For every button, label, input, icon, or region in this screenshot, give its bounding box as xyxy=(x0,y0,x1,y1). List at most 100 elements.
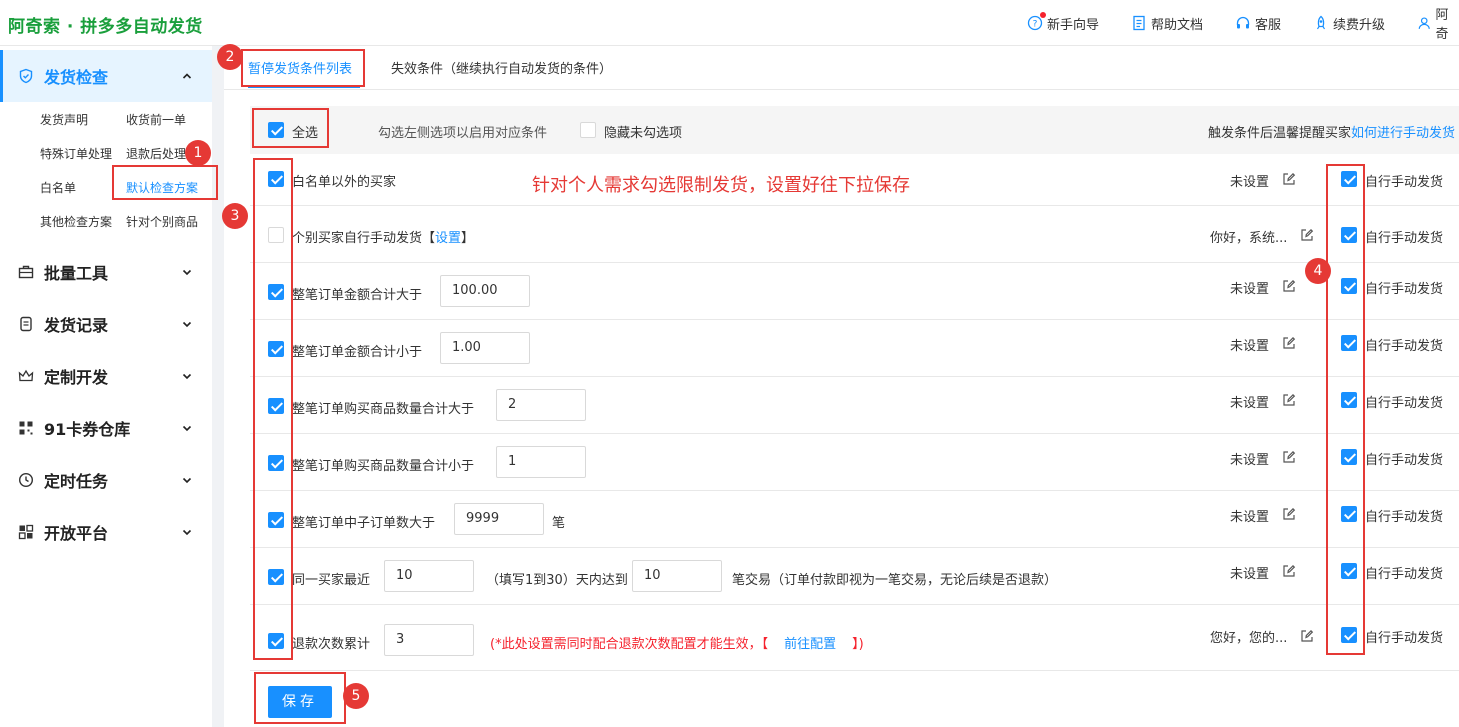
topnav-docs[interactable]: 帮助文档 xyxy=(1131,14,1203,33)
submenu-item[interactable]: 针对个别商品 xyxy=(126,204,222,238)
row-enable-checkbox[interactable] xyxy=(268,398,284,414)
row-enable-checkbox[interactable] xyxy=(268,171,284,187)
condition-row: 整笔订单购买商品数量合计小于 1 未设置 自行手动发货 xyxy=(250,434,1459,491)
tab-pause-conditions[interactable]: 暂停发货条件列表 xyxy=(248,58,352,77)
menu-shipping-check-label: 发货检查 xyxy=(44,68,109,87)
manual-ship-checkbox[interactable] xyxy=(1341,335,1357,351)
tab-bar: 暂停发货条件列表 失效条件（继续执行自动发货的条件） xyxy=(224,46,1459,90)
row-enable-checkbox[interactable] xyxy=(268,633,284,649)
document-icon xyxy=(1133,15,1145,31)
hide-unchecked-checkbox[interactable] xyxy=(580,122,596,138)
quantity-greater-input[interactable]: 2 xyxy=(496,389,586,421)
quantity-less-input[interactable]: 1 xyxy=(496,446,586,478)
chevron-down-icon xyxy=(182,477,192,484)
save-button[interactable]: 保存 xyxy=(268,686,332,718)
menu-group-coupons: 91卡券仓库 xyxy=(0,402,212,454)
go-config-link[interactable]: 前往配置 xyxy=(784,637,836,652)
chevron-down-icon xyxy=(182,269,192,276)
row-enable-checkbox[interactable] xyxy=(268,341,284,357)
grid-icon xyxy=(18,524,34,540)
condition-row: 整笔订单金额合计大于 100.00 未设置 自行手动发货 xyxy=(250,263,1459,320)
toolbar-hint: 勾选左侧选项以启用对应条件 xyxy=(378,126,548,141)
select-all-label: 全选 xyxy=(292,126,319,141)
tab-invalid-conditions[interactable]: 失效条件（继续执行自动发货的条件） xyxy=(391,58,612,77)
manual-ship-checkbox[interactable] xyxy=(1341,171,1357,187)
condition-toolbar: 全选 勾选左侧选项以启用对应条件 隐藏未勾选项 触发条件后温馨提醒买家如何进行手… xyxy=(250,106,1459,154)
row-status: 您好，您的... xyxy=(1210,631,1288,646)
chevron-down-icon xyxy=(182,425,192,432)
tab-active-indicator xyxy=(248,86,360,88)
submenu-item-default-scheme[interactable]: 默认检查方案 xyxy=(126,170,222,204)
manual-ship-checkbox[interactable] xyxy=(1341,563,1357,579)
edit-icon[interactable] xyxy=(1300,629,1314,643)
row-settings-link[interactable]: 设置 xyxy=(435,231,461,246)
row-label: 同一买家最近 xyxy=(292,573,371,588)
row-enable-checkbox[interactable] xyxy=(268,512,284,528)
menu-custom-dev[interactable]: 定制开发 xyxy=(0,350,212,402)
row-enable-checkbox[interactable] xyxy=(268,569,284,585)
menu-group-batch: 批量工具 xyxy=(0,246,212,298)
topnav-guide[interactable]: ? 新手向导 xyxy=(1027,11,1099,33)
condition-row: 整笔订单金额合计小于 1.00 未设置 自行手动发货 xyxy=(250,320,1459,377)
menu-scheduled-tasks-label: 定时任务 xyxy=(44,472,109,491)
row-mid-text: （填写1到30）天内达到 xyxy=(486,573,628,588)
manual-ship-label: 自行手动发货 xyxy=(1365,282,1444,297)
amount-greater-input[interactable]: 100.00 xyxy=(440,275,530,307)
menu-scheduled-tasks[interactable]: 定时任务 xyxy=(0,454,212,506)
rocket-icon xyxy=(1316,15,1325,30)
menu-coupon-warehouse[interactable]: 91卡券仓库 xyxy=(0,402,212,454)
briefcase-icon xyxy=(18,265,34,279)
menu-shipping-records[interactable]: 发货记录 xyxy=(0,298,212,350)
submenu-shipping-check: 发货声明 收货前一单 特殊订单处理 退款后处理 白名单 默认检查方案 其他检查方… xyxy=(0,102,212,246)
manual-ship-checkbox[interactable] xyxy=(1341,627,1357,643)
manual-ship-checkbox[interactable] xyxy=(1341,392,1357,408)
row-status: 你好，系统... xyxy=(1210,231,1288,246)
clock-icon xyxy=(18,472,34,488)
edit-icon[interactable] xyxy=(1282,336,1296,350)
condition-list: 白名单以外的买家 未设置 自行手动发货 个别买家自行手动发货【设置】 你好，系统… xyxy=(250,154,1459,671)
manual-ship-label: 自行手动发货 xyxy=(1365,453,1444,468)
row-label: 整笔订单购买商品数量合计大于 xyxy=(292,402,475,417)
menu-group-timer: 定时任务 xyxy=(0,454,212,506)
submenu-item[interactable]: 特殊订单处理 xyxy=(40,136,126,170)
manual-ship-checkbox[interactable] xyxy=(1341,227,1357,243)
main-panel: 暂停发货条件列表 失效条件（继续执行自动发货的条件） 全选 勾选左侧选项以启用对… xyxy=(224,46,1459,727)
suborder-count-input[interactable]: 9999 xyxy=(454,503,544,535)
topnav-service[interactable]: 客服 xyxy=(1235,14,1281,33)
menu-shipping-records-label: 发货记录 xyxy=(44,316,109,335)
amount-less-input[interactable]: 1.00 xyxy=(440,332,530,364)
refund-count-input[interactable]: 3 xyxy=(384,624,474,656)
manual-ship-label: 自行手动发货 xyxy=(1365,231,1444,246)
manual-ship-checkbox[interactable] xyxy=(1341,278,1357,294)
row-enable-checkbox[interactable] xyxy=(268,227,284,243)
edit-icon[interactable] xyxy=(1282,393,1296,407)
submenu-item[interactable]: 其他检查方案 xyxy=(40,204,126,238)
menu-group-custom: 定制开发 xyxy=(0,350,212,402)
edit-icon[interactable] xyxy=(1282,564,1296,578)
edit-icon[interactable] xyxy=(1282,172,1296,186)
topnav-upgrade[interactable]: 续费升级 xyxy=(1313,14,1385,33)
manual-ship-checkbox[interactable] xyxy=(1341,449,1357,465)
edit-icon[interactable] xyxy=(1300,228,1314,242)
menu-shipping-check[interactable]: 发货检查 xyxy=(0,50,212,102)
condition-row: 整笔订单中子订单数大于 9999 笔 未设置 自行手动发货 xyxy=(250,491,1459,548)
sidebar: 发货检查 发货声明 收货前一单 特殊订单处理 退款后处理 白名单 默认检查方案 … xyxy=(0,46,212,727)
shield-icon xyxy=(19,68,33,84)
recent-days-input[interactable]: 10 xyxy=(384,560,474,592)
edit-icon[interactable] xyxy=(1282,507,1296,521)
manual-ship-help-link[interactable]: 如何进行手动发货 xyxy=(1351,126,1455,141)
menu-batch-tools[interactable]: 批量工具 xyxy=(0,246,212,298)
select-all-checkbox[interactable] xyxy=(268,122,284,138)
submenu-item[interactable]: 白名单 xyxy=(40,170,126,204)
row-enable-checkbox[interactable] xyxy=(268,284,284,300)
toolbar-right-text: 触发条件后温馨提醒买家如何进行手动发货 xyxy=(1208,122,1455,141)
edit-icon[interactable] xyxy=(1282,450,1296,464)
row-enable-checkbox[interactable] xyxy=(268,455,284,471)
trade-count-input[interactable]: 10 xyxy=(632,560,722,592)
submenu-item[interactable]: 收货前一单 xyxy=(126,102,222,136)
edit-icon[interactable] xyxy=(1282,279,1296,293)
topnav-account[interactable]: 阿奇 xyxy=(1417,4,1459,42)
menu-open-platform[interactable]: 开放平台 xyxy=(0,506,212,558)
manual-ship-checkbox[interactable] xyxy=(1341,506,1357,522)
submenu-item[interactable]: 发货声明 xyxy=(40,102,126,136)
